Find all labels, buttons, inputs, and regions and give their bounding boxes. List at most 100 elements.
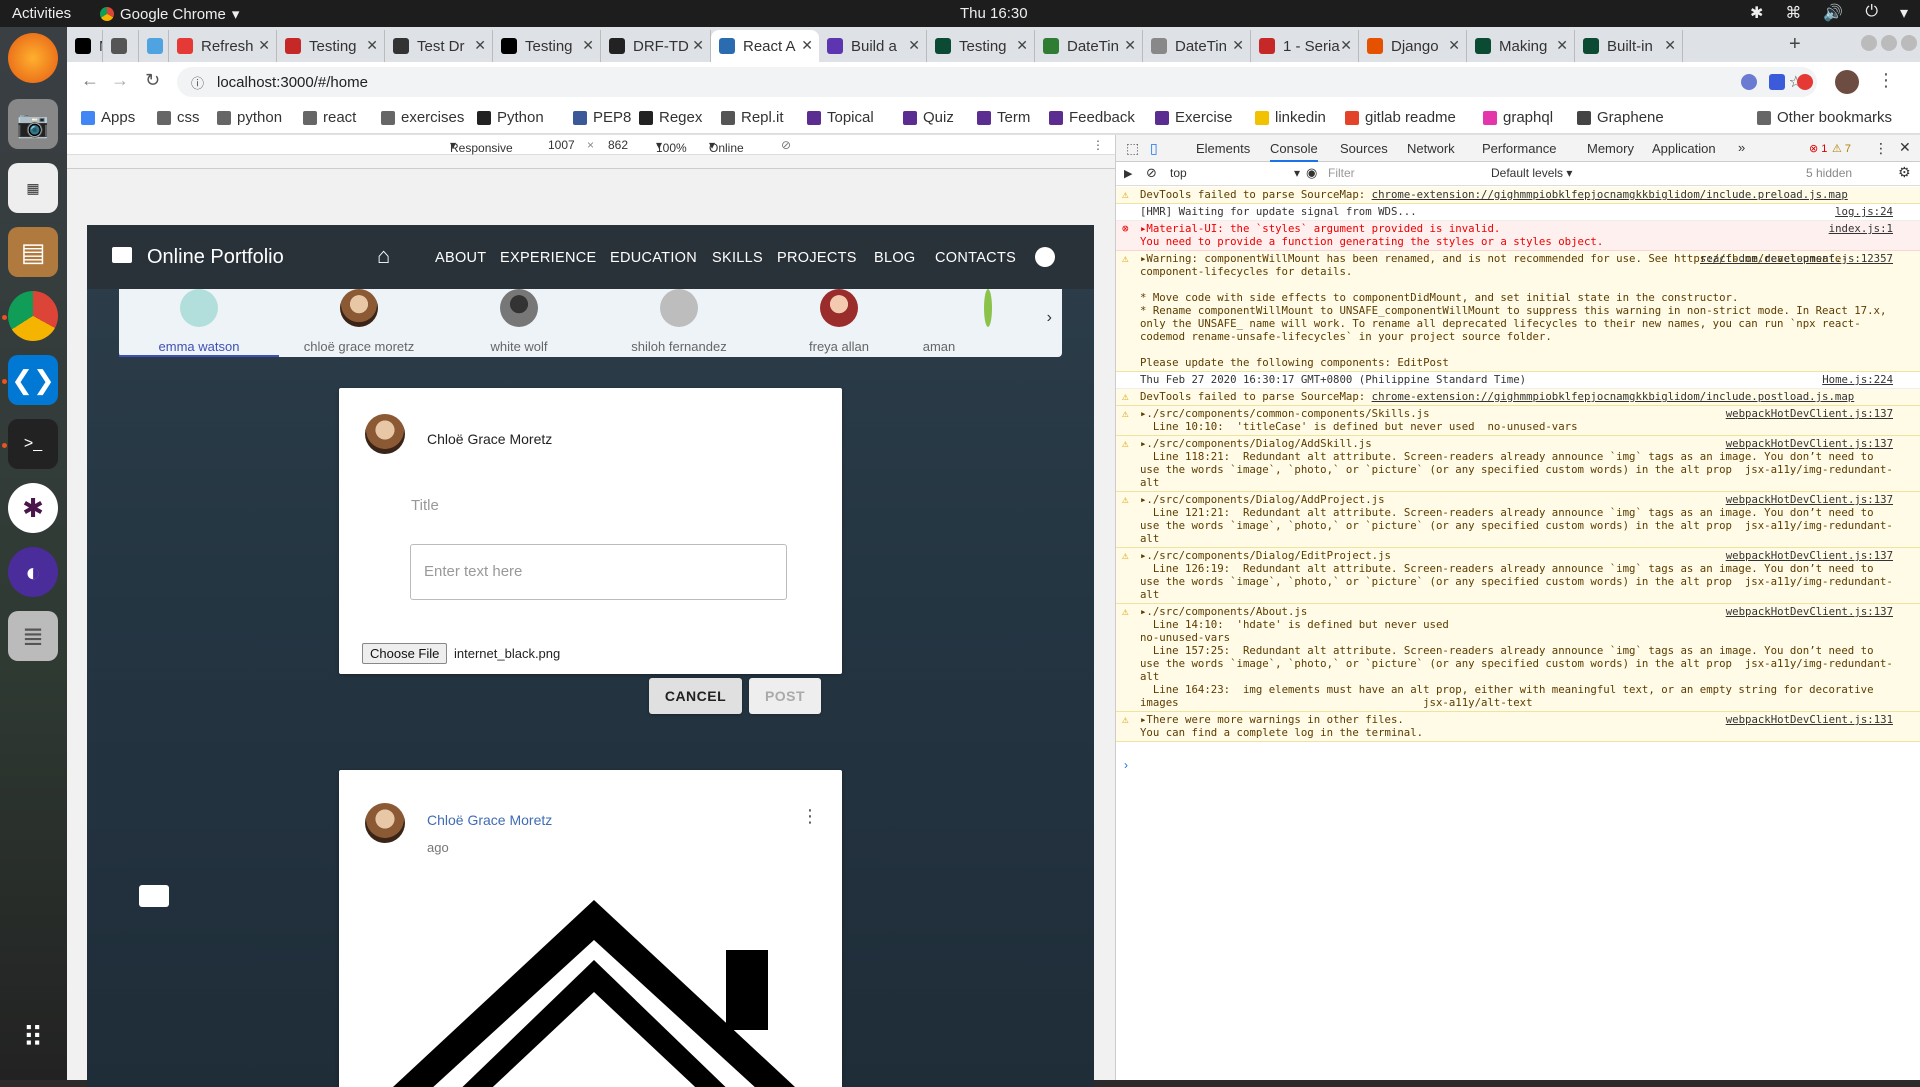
message-source-link[interactable]: webpackHotDevClient.js:137	[1726, 605, 1893, 618]
device-toggle-icon[interactable]: ▯	[1150, 140, 1158, 157]
eye-icon[interactable]: ◉	[1306, 165, 1317, 181]
browser-tab[interactable]: Testing ✕	[927, 30, 1035, 62]
close-tab-icon[interactable]: ✕	[1664, 37, 1676, 54]
minimize-button[interactable]	[1861, 35, 1877, 51]
files-icon[interactable]: ▤	[8, 227, 58, 277]
bookmark-item[interactable]: Repl.it	[721, 109, 784, 126]
bookmark-item[interactable]: exercises	[381, 109, 464, 126]
tab-application[interactable]: Application	[1652, 141, 1716, 156]
sourcemap-link[interactable]: chrome-extension://gighmmpiobklfepjocnam…	[1372, 188, 1848, 201]
bookmark-item[interactable]: Graphene	[1577, 109, 1664, 126]
clock[interactable]: Thu 16:30	[960, 5, 1028, 22]
browser-tab[interactable]: DateTin ✕	[1143, 30, 1251, 62]
browser-tab[interactable]: DateTin ✕	[1035, 30, 1143, 62]
context-select[interactable]: top ▾	[1170, 166, 1300, 180]
close-tab-icon[interactable]: ✕	[692, 37, 704, 54]
bookmark-item[interactable]: linkedin	[1255, 109, 1326, 126]
message-source-link[interactable]: log.js:24	[1835, 205, 1893, 218]
nav-contacts[interactable]: CONTACTS	[935, 250, 1016, 266]
browser-tab[interactable]: Testing ✕	[493, 30, 601, 62]
profile-avatar[interactable]	[1835, 70, 1859, 94]
database-icon[interactable]: ≣	[8, 611, 58, 661]
browser-tab[interactable]	[103, 30, 139, 62]
log-levels-select[interactable]: Default levels ▾	[1491, 166, 1572, 180]
moon-app-icon[interactable]: ◐	[8, 547, 58, 597]
inspect-icon[interactable]: ⬚	[1126, 140, 1139, 157]
bookmark-item[interactable]: css	[157, 109, 200, 126]
close-tab-icon[interactable]: ✕	[474, 37, 486, 54]
sidebar-toggle-icon[interactable]: ▶	[1124, 167, 1132, 180]
person-tab[interactable]: emma watson	[119, 289, 279, 357]
volume-icon[interactable]: 🔊	[1823, 3, 1843, 23]
console-message[interactable]: ⚠ ▸./src/components/common-components/Ski…	[1116, 406, 1920, 436]
tab-network[interactable]: Network	[1407, 141, 1455, 156]
new-tab-button[interactable]: +	[1789, 33, 1801, 56]
browser-tab[interactable]: DRF-TD ✕	[601, 30, 711, 62]
power-icon[interactable]: ⏻	[1865, 3, 1878, 23]
close-tab-icon[interactable]: ✕	[258, 37, 270, 54]
close-tab-icon[interactable]: ✕	[1340, 37, 1352, 54]
camera-icon[interactable]: 📷	[8, 99, 58, 149]
browser-tab[interactable]: Making ✕	[1467, 30, 1575, 62]
mail-fab-icon[interactable]	[139, 885, 169, 907]
back-icon[interactable]: ←	[81, 70, 99, 91]
slack-tray-icon[interactable]: ✱	[1750, 3, 1763, 23]
more-tabs-icon[interactable]: »	[1738, 140, 1745, 155]
console-settings-icon[interactable]: ⚙	[1898, 164, 1911, 181]
tab-performance[interactable]: Performance	[1482, 141, 1556, 156]
console-message[interactable]: ⚠ ▸Warning: componentWillMount has been r…	[1116, 251, 1920, 372]
app-menu[interactable]: Google Chrome ▾	[100, 5, 239, 23]
console-message[interactable]: Thu Feb 27 2020 16:30:17 GMT+0800 (Phili…	[1116, 372, 1920, 389]
browser-tab[interactable]: Built-in ✕	[1575, 30, 1683, 62]
console-message[interactable]: ⊗ ▸Material-UI: the `styles` argument pro…	[1116, 221, 1920, 251]
browser-tab[interactable]: React A ✕	[711, 30, 819, 62]
message-source-link[interactable]: Home.js:224	[1822, 373, 1893, 386]
bookmark-item[interactable]: gitlab readme	[1345, 109, 1456, 126]
brand-title[interactable]: Online Portfolio	[147, 246, 284, 269]
console-message[interactable]: ⚠ ▸./src/components/Dialog/AddSkill.js Li…	[1116, 436, 1920, 492]
console-filter-input[interactable]: Filter	[1328, 166, 1478, 180]
terminal-icon[interactable]: >_	[8, 419, 58, 469]
bookmark-item[interactable]: Quiz	[903, 109, 954, 126]
extension-icon[interactable]	[1741, 74, 1757, 90]
bookmark-item[interactable]: Feedback	[1049, 109, 1135, 126]
browser-tab[interactable]: Build a ✕	[819, 30, 927, 62]
title-field[interactable]: Title	[411, 497, 439, 514]
warning-count-badge[interactable]: ⚠ 7	[1832, 142, 1851, 155]
content-input[interactable]: Enter text here	[410, 544, 787, 600]
close-tab-icon[interactable]: ✕	[1016, 37, 1028, 54]
chevron-down-icon[interactable]: ▾	[1900, 3, 1908, 23]
more-options-icon[interactable]: ⋮	[1092, 138, 1104, 152]
tab-elements[interactable]: Elements	[1196, 141, 1250, 156]
close-tab-icon[interactable]: ✕	[801, 37, 813, 54]
nav-projects[interactable]: PROJECTS	[777, 250, 857, 266]
bookmark-item[interactable]: graphql	[1483, 109, 1553, 126]
console-message[interactable]: ⚠ DevTools failed to parse SourceMap: chr…	[1116, 187, 1920, 204]
clear-console-icon[interactable]: ⊘	[1146, 165, 1157, 181]
choose-file-button[interactable]: Choose File	[362, 643, 448, 664]
browser-tab[interactable]: 1 - Seria ✕	[1251, 30, 1359, 62]
devtools-menu-icon[interactable]: ⋮	[1874, 140, 1888, 157]
bookmark-item[interactable]: Topical	[807, 109, 874, 126]
network-throttle-select[interactable]: Online ▾	[709, 138, 744, 155]
address-bar[interactable]: ⓘ localhost:3000/#/home ☆	[177, 67, 1817, 97]
bookmark-item[interactable]: Exercise	[1155, 109, 1233, 126]
tab-memory[interactable]: Memory	[1587, 141, 1634, 156]
close-tab-icon[interactable]: ✕	[366, 37, 378, 54]
sourcemap-link[interactable]: chrome-extension://gighmmpiobklfepjocnam…	[1372, 390, 1855, 403]
console-message[interactable]: [HMR] Waiting for update signal from WDS…	[1116, 204, 1920, 221]
error-count-badge[interactable]: ⊗ 1	[1809, 142, 1827, 155]
console-prompt[interactable]: ›	[1124, 758, 1128, 772]
browser-tab[interactable]: Refresh ✕	[169, 30, 277, 62]
nav-education[interactable]: EDUCATION	[610, 250, 697, 266]
other-bookmarks[interactable]: Other bookmarks	[1757, 109, 1892, 126]
device-width-input[interactable]: 1007	[548, 138, 575, 152]
message-source-link[interactable]: webpackHotDevClient.js:131	[1726, 713, 1893, 726]
message-source-link[interactable]: webpackHotDevClient.js:137	[1726, 549, 1893, 562]
tab-console[interactable]: Console	[1270, 141, 1318, 162]
nav-about[interactable]: ABOUT	[435, 250, 486, 266]
browser-tab[interactable]: A	[139, 30, 169, 62]
browser-tab[interactable]: Testing ✕	[277, 30, 385, 62]
bookmark-item[interactable]: Python	[477, 109, 544, 126]
show-applications-icon[interactable]: ⠿	[8, 1012, 58, 1062]
